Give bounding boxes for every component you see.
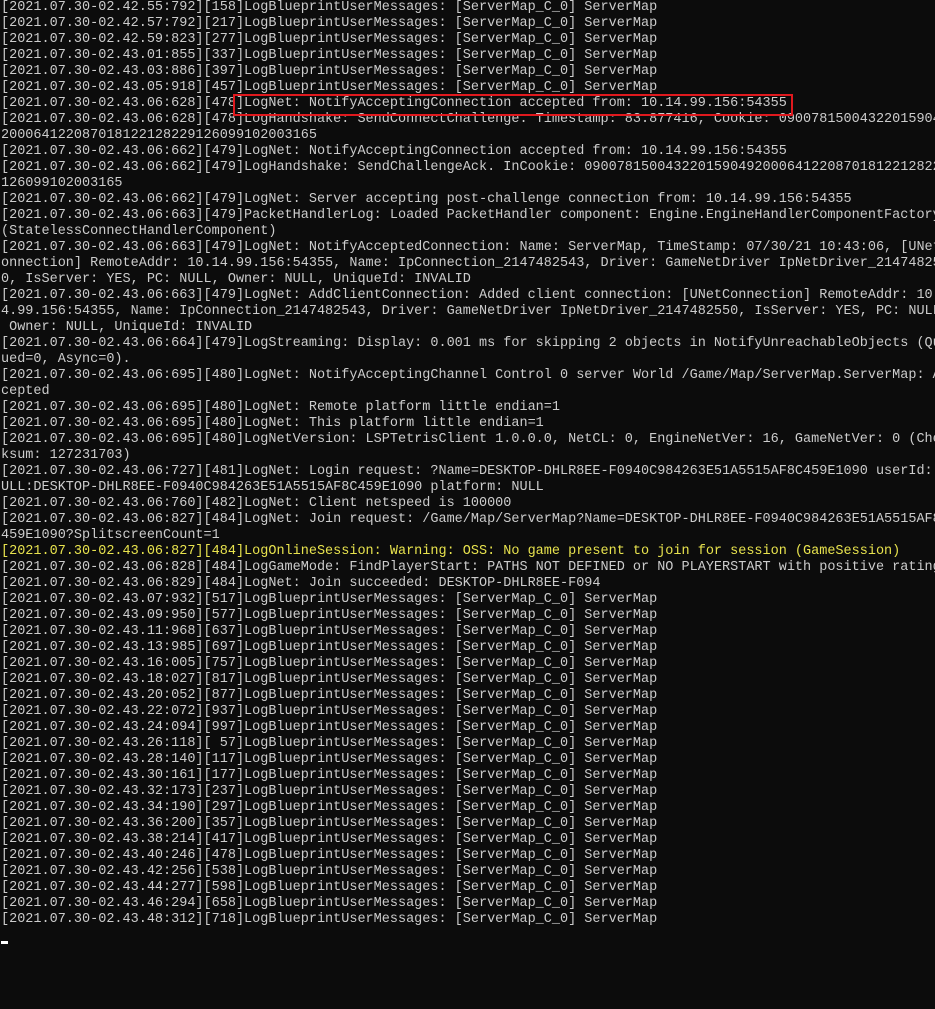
log-line: [2021.07.30-02.43.03:886][397]LogBluepri…: [1, 64, 658, 79]
log-line: [2021.07.30-02.43.26:118][ 57]LogBluepri…: [1, 736, 658, 751]
log-line: [2021.07.30-02.43.05:918][457]LogBluepri…: [1, 80, 658, 95]
log-line: [2021.07.30-02.43.06:663][479]LogNet: Ad…: [1, 288, 935, 303]
log-line: [2021.07.30-02.43.06:695][480]LogNetVers…: [1, 432, 935, 447]
log-line: [2021.07.30-02.43.06:727][481]LogNet: Lo…: [1, 464, 935, 479]
log-line: [2021.07.30-02.43.06:695][480]LogNet: Th…: [1, 416, 544, 431]
log-line: [2021.07.30-02.43.01:855][337]LogBluepri…: [1, 48, 658, 63]
log-line: [2021.07.30-02.43.06:628][478]LogNet: No…: [1, 96, 787, 111]
log-line: [2021.07.30-02.43.32:173][237]LogBluepri…: [1, 784, 658, 799]
log-line: [2021.07.30-02.43.06:663][479]LogNet: No…: [1, 240, 935, 255]
log-line: [2021.07.30-02.43.18:027][817]LogBluepri…: [1, 672, 658, 687]
log-line: [2021.07.30-02.43.06:829][484]LogNet: Jo…: [1, 576, 601, 591]
log-line: [2021.07.30-02.43.46:294][658]LogBluepri…: [1, 896, 658, 911]
log-line: [2021.07.30-02.43.06:662][479]LogHandsha…: [1, 160, 935, 175]
log-line: [2021.07.30-02.43.06:664][479]LogStreami…: [1, 336, 935, 351]
log-line: cepted: [1, 384, 50, 399]
console-log: [2021.07.30-02.42.55:792][158]LogBluepri…: [1, 0, 935, 928]
log-line: 200064122087018122128229126099102003165: [1, 128, 317, 143]
log-line: [2021.07.30-02.43.22:072][937]LogBluepri…: [1, 704, 658, 719]
text-cursor: [1, 941, 8, 944]
log-line: [2021.07.30-02.42.57:792][217]LogBluepri…: [1, 16, 658, 31]
log-line: 4.99.156:54355, Name: IpConnection_21474…: [1, 304, 935, 319]
log-line: 459E1090?SplitscreenCount=1: [1, 528, 220, 543]
log-line: ULL:DESKTOP-DHLR8EE-F0940C984263E51A5515…: [1, 480, 544, 495]
console-window[interactable]: [2021.07.30-02.42.55:792][158]LogBluepri…: [0, 0, 935, 1009]
log-line: [2021.07.30-02.42.59:823][277]LogBluepri…: [1, 32, 658, 47]
log-line: Owner: NULL, UniqueId: INVALID: [1, 320, 253, 335]
log-line: [2021.07.30-02.43.06:663][479]PacketHand…: [1, 208, 935, 223]
log-line: [2021.07.30-02.43.30:161][177]LogBluepri…: [1, 768, 658, 783]
log-line: [2021.07.30-02.43.06:628][478]LogHandsha…: [1, 112, 935, 127]
log-line: [2021.07.30-02.42.55:792][158]LogBluepri…: [1, 0, 658, 15]
log-line: [2021.07.30-02.43.13:985][697]LogBluepri…: [1, 640, 658, 655]
log-line: [2021.07.30-02.43.42:256][538]LogBluepri…: [1, 864, 658, 879]
log-line: [2021.07.30-02.43.36:200][357]LogBluepri…: [1, 816, 658, 831]
log-line: [2021.07.30-02.43.20:052][877]LogBluepri…: [1, 688, 658, 703]
log-line: 0, IsServer: YES, PC: NULL, Owner: NULL,…: [1, 272, 471, 287]
log-line: [2021.07.30-02.43.11:968][637]LogBluepri…: [1, 624, 658, 639]
log-line: [2021.07.30-02.43.06:695][480]LogNet: Re…: [1, 400, 560, 415]
log-line: [2021.07.30-02.43.06:827][484]LogNet: Jo…: [1, 512, 935, 527]
log-line: onnection] RemoteAddr: 10.14.99.156:5435…: [1, 256, 935, 271]
log-line: [2021.07.30-02.43.06:662][479]LogNet: Se…: [1, 192, 852, 207]
log-line: 126099102003165: [1, 176, 123, 191]
log-line: [2021.07.30-02.43.34:190][297]LogBluepri…: [1, 800, 658, 815]
log-line: [2021.07.30-02.43.06:760][482]LogNet: Cl…: [1, 496, 512, 511]
log-line: ued=0, Async=0).: [1, 352, 131, 367]
log-line: [2021.07.30-02.43.06:662][479]LogNet: No…: [1, 144, 787, 159]
log-line: [2021.07.30-02.43.07:932][517]LogBluepri…: [1, 592, 658, 607]
log-line: [2021.07.30-02.43.16:005][757]LogBluepri…: [1, 656, 658, 671]
log-line: [2021.07.30-02.43.09:950][577]LogBluepri…: [1, 608, 658, 623]
log-line-warning: [2021.07.30-02.43.06:827][484]LogOnlineS…: [1, 544, 901, 559]
log-line: [2021.07.30-02.43.28:140][117]LogBluepri…: [1, 752, 658, 767]
log-line: [2021.07.30-02.43.48:312][718]LogBluepri…: [1, 912, 658, 927]
log-line: [2021.07.30-02.43.06:695][480]LogNet: No…: [1, 368, 935, 383]
log-line: ksum: 127231703): [1, 448, 131, 463]
log-line: [2021.07.30-02.43.44:277][598]LogBluepri…: [1, 880, 658, 895]
log-line: [2021.07.30-02.43.06:828][484]LogGameMod…: [1, 560, 935, 575]
log-line: [2021.07.30-02.43.24:094][997]LogBluepri…: [1, 720, 658, 735]
log-line: [2021.07.30-02.43.40:246][478]LogBluepri…: [1, 848, 658, 863]
log-line: [2021.07.30-02.43.38:214][417]LogBluepri…: [1, 832, 658, 847]
log-line: (StatelessConnectHandlerComponent): [1, 224, 277, 239]
